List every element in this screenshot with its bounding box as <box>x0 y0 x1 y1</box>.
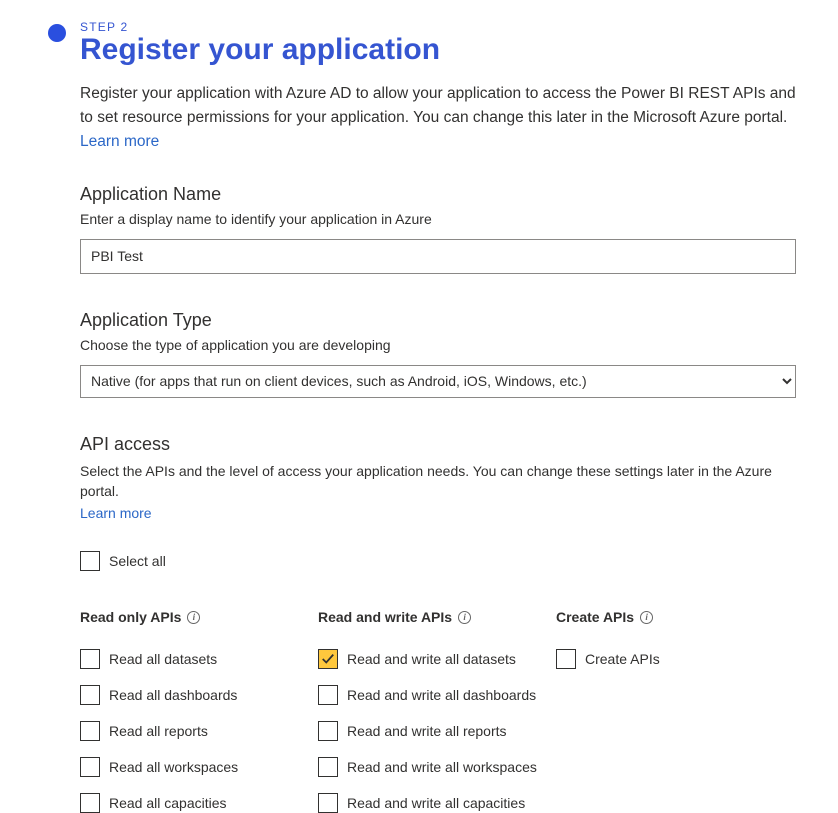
rw-reports-label: Read and write all reports <box>347 723 507 739</box>
app-type-label: Application Type <box>80 310 796 331</box>
info-icon[interactable]: i <box>640 611 653 624</box>
read-dashboards-label: Read all dashboards <box>109 687 237 703</box>
read-datasets-label: Read all datasets <box>109 651 217 667</box>
app-name-label: Application Name <box>80 184 796 205</box>
read-datasets-checkbox[interactable] <box>80 649 100 669</box>
read-reports-checkbox[interactable] <box>80 721 100 741</box>
read-capacities-checkbox[interactable] <box>80 793 100 813</box>
read-reports-label: Read all reports <box>109 723 208 739</box>
rw-workspaces-label: Read and write all workspaces <box>347 759 537 775</box>
rw-capacities-label: Read and write all capacities <box>347 795 525 811</box>
create-apis-checkbox[interactable] <box>556 649 576 669</box>
rw-reports-checkbox[interactable] <box>318 721 338 741</box>
read-workspaces-label: Read all workspaces <box>109 759 238 775</box>
learn-more-link[interactable]: Learn more <box>80 133 159 150</box>
read-dashboards-checkbox[interactable] <box>80 685 100 705</box>
select-all-label: Select all <box>109 553 166 569</box>
step-bullet-icon <box>48 24 66 42</box>
app-name-hint: Enter a display name to identify your ap… <box>80 211 796 227</box>
api-access-hint: Select the APIs and the level of access … <box>80 461 796 502</box>
read-write-heading: Read and write APIs <box>318 609 452 625</box>
step-label: STEP 2 <box>80 20 796 34</box>
app-type-select[interactable]: Native (for apps that run on client devi… <box>80 365 796 398</box>
api-learn-more-link[interactable]: Learn more <box>80 505 152 521</box>
select-all-checkbox[interactable] <box>80 551 100 571</box>
read-workspaces-checkbox[interactable] <box>80 757 100 777</box>
api-access-label: API access <box>80 434 796 455</box>
create-heading: Create APIs <box>556 609 634 625</box>
rw-capacities-checkbox[interactable] <box>318 793 338 813</box>
rw-dashboards-label: Read and write all dashboards <box>347 687 536 703</box>
rw-dashboards-checkbox[interactable] <box>318 685 338 705</box>
step-description-text: Register your application with Azure AD … <box>80 85 796 126</box>
rw-workspaces-checkbox[interactable] <box>318 757 338 777</box>
read-only-heading: Read only APIs <box>80 609 181 625</box>
create-apis-label: Create APIs <box>585 651 660 667</box>
info-icon[interactable]: i <box>187 611 200 624</box>
rw-datasets-checkbox[interactable] <box>318 649 338 669</box>
app-name-input[interactable] <box>80 239 796 274</box>
read-capacities-label: Read all capacities <box>109 795 227 811</box>
step-description: Register your application with Azure AD … <box>80 82 796 154</box>
rw-datasets-label: Read and write all datasets <box>347 651 516 667</box>
page-title: Register your application <box>80 33 796 68</box>
info-icon[interactable]: i <box>458 611 471 624</box>
app-type-hint: Choose the type of application you are d… <box>80 337 796 353</box>
